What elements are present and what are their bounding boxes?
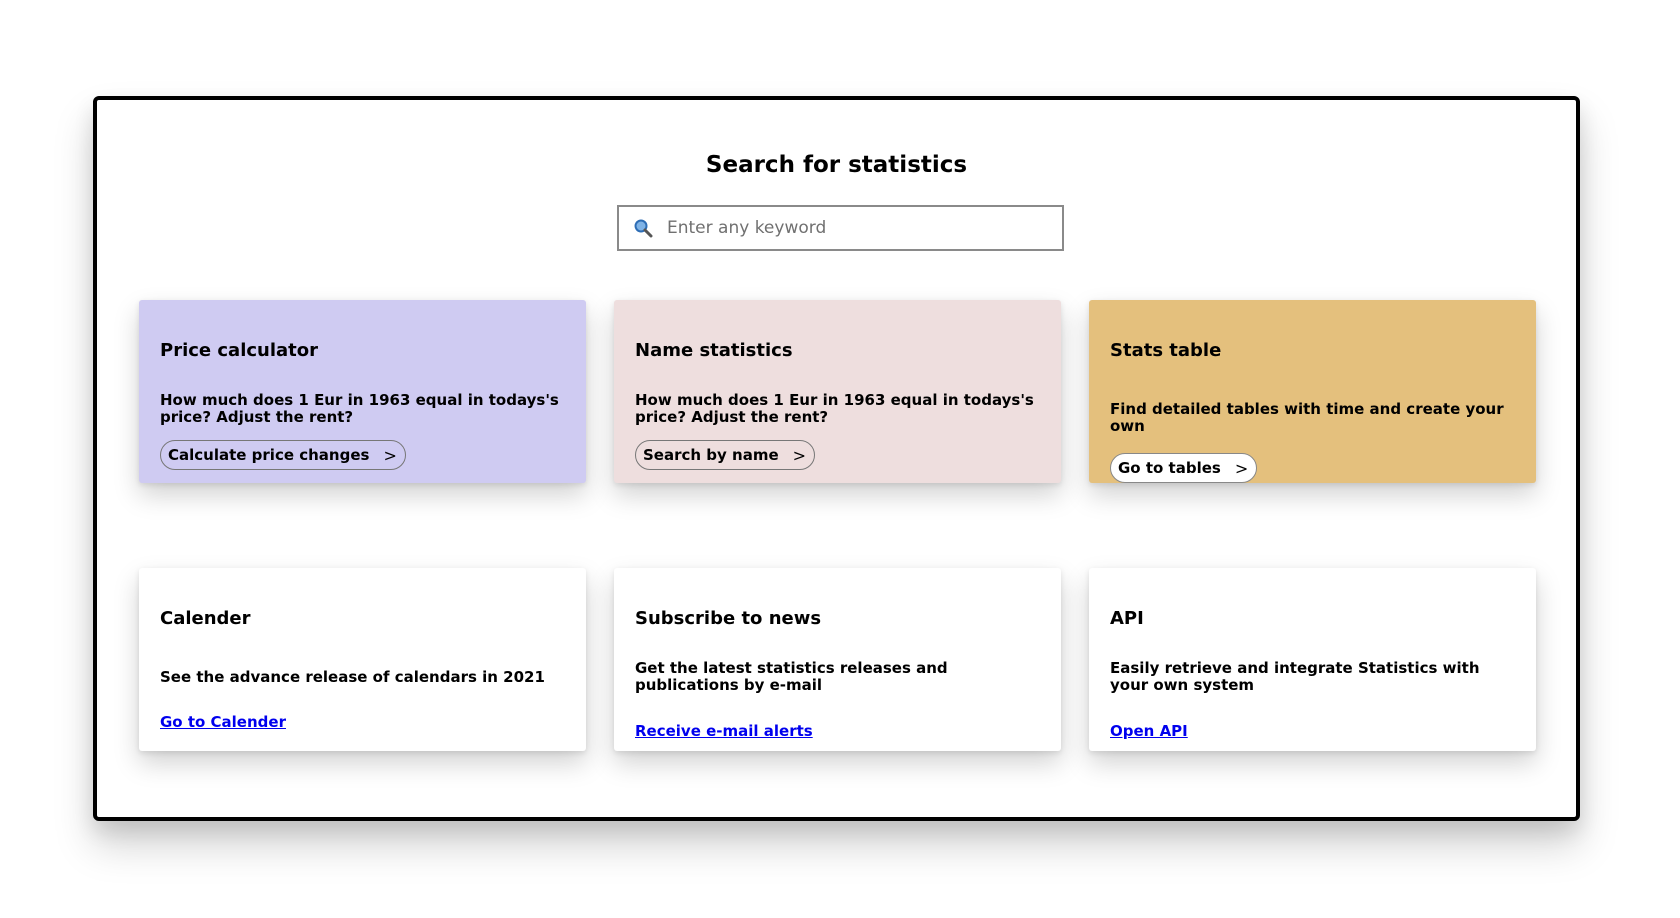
card-api: API Easily retrieve and integrate Statis… bbox=[1089, 568, 1536, 751]
calculate-price-changes-button[interactable]: Calculate price changes > bbox=[160, 440, 406, 470]
search-by-name-button[interactable]: Search by name > bbox=[635, 440, 816, 470]
card-title: Calender bbox=[160, 608, 251, 629]
card-description: How much does 1 Eur in 1963 equal in tod… bbox=[635, 391, 1034, 426]
go-to-calender-link[interactable]: Go to Calender bbox=[160, 713, 286, 731]
go-to-tables-button[interactable]: Go to tables > bbox=[1110, 453, 1258, 483]
card-price-calculator: Price calculator How much does 1 Eur in … bbox=[139, 300, 586, 483]
card-title: Subscribe to news bbox=[635, 608, 822, 629]
card-description: Easily retrieve and integrate Statistics… bbox=[1110, 659, 1480, 694]
search-box[interactable] bbox=[617, 205, 1064, 251]
chevron-right-icon: > bbox=[1234, 458, 1249, 478]
chevron-right-icon: > bbox=[792, 445, 807, 465]
page-title: Search for statistics bbox=[705, 152, 968, 178]
button-label: Go to tables bbox=[1118, 459, 1221, 477]
card-title: Name statistics bbox=[635, 340, 793, 361]
card-description: Get the latest statistics releases and p… bbox=[635, 659, 948, 694]
card-name-statistics: Name statistics How much does 1 Eur in 1… bbox=[614, 300, 1061, 483]
search-icon bbox=[623, 218, 663, 238]
button-label: Search by name bbox=[643, 446, 779, 464]
search-input[interactable] bbox=[663, 208, 1047, 248]
card-calender: Calender See the advance release of cale… bbox=[139, 568, 586, 751]
card-description: See the advance release of calendars in … bbox=[160, 668, 545, 686]
card-title: Price calculator bbox=[160, 340, 319, 361]
card-stats-table: Stats table Find detailed tables with ti… bbox=[1089, 300, 1536, 483]
card-title: Stats table bbox=[1110, 340, 1222, 361]
card-description: How much does 1 Eur in 1963 equal in tod… bbox=[160, 391, 559, 426]
receive-email-alerts-link[interactable]: Receive e-mail alerts bbox=[635, 722, 813, 740]
button-label: Calculate price changes bbox=[168, 446, 370, 464]
card-title: API bbox=[1110, 608, 1144, 629]
main-panel: Search for statistics Price calculator H… bbox=[93, 96, 1580, 821]
open-api-link[interactable]: Open API bbox=[1110, 722, 1188, 740]
chevron-right-icon: > bbox=[383, 445, 397, 465]
card-description: Find detailed tables with time and creat… bbox=[1110, 400, 1504, 435]
card-subscribe-to-news: Subscribe to news Get the latest statist… bbox=[614, 568, 1061, 751]
